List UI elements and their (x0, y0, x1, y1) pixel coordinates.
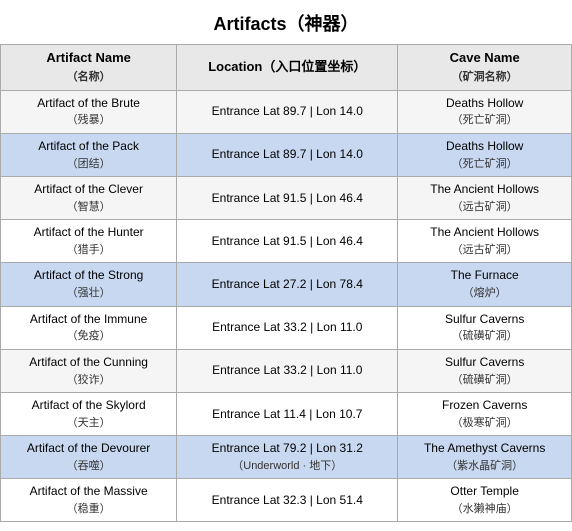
col-header-location: Location（入口位置坐标） (177, 45, 398, 91)
artifact-name-cell: Artifact of the Brute（残暴） (1, 90, 177, 133)
table-row: Artifact of the Cunning（狡诈）Entrance Lat … (1, 349, 572, 392)
location-cell: Entrance Lat 79.2 | Lon 31.2（Underworld … (177, 436, 398, 479)
page-title: Artifacts（神器） (0, 0, 572, 44)
cave-name-cell: Deaths Hollow（死亡矿洞） (398, 133, 572, 176)
artifact-name-cell: Artifact of the Immune（免疫） (1, 306, 177, 349)
cave-name-cell: The Ancient Hollows（远古矿洞） (398, 220, 572, 263)
location-cell: Entrance Lat 89.7 | Lon 14.0 (177, 90, 398, 133)
location-cell: Entrance Lat 32.3 | Lon 51.4 (177, 479, 398, 522)
table-row: Artifact of the Pack（团结）Entrance Lat 89.… (1, 133, 572, 176)
location-cell: Entrance Lat 91.5 | Lon 46.4 (177, 220, 398, 263)
cave-name-cell: Deaths Hollow（死亡矿洞） (398, 90, 572, 133)
cave-name-cell: The Furnace（熔炉） (398, 263, 572, 306)
table-row: Artifact of the Brute（残暴）Entrance Lat 89… (1, 90, 572, 133)
cave-name-cell: Sulfur Caverns（硫磺矿洞） (398, 349, 572, 392)
artifact-name-cell: Artifact of the Skylord（天主） (1, 392, 177, 435)
table-header-row: Artifact Name （名称） Location（入口位置坐标） Cave… (1, 45, 572, 91)
artifact-name-cell: Artifact of the Pack（团结） (1, 133, 177, 176)
cave-name-cell: Sulfur Caverns（硫磺矿洞） (398, 306, 572, 349)
location-cell: Entrance Lat 89.7 | Lon 14.0 (177, 133, 398, 176)
artifact-name-cell: Artifact of the Strong（强壮） (1, 263, 177, 306)
artifact-name-cell: Artifact of the Massive（稳重） (1, 479, 177, 522)
location-cell: Entrance Lat 11.4 | Lon 10.7 (177, 392, 398, 435)
col-header-artifact: Artifact Name （名称） (1, 45, 177, 91)
location-cell: Entrance Lat 91.5 | Lon 46.4 (177, 176, 398, 219)
artifact-name-cell: Artifact of the Clever（智慧） (1, 176, 177, 219)
table-row: Artifact of the Hunter（猎手）Entrance Lat 9… (1, 220, 572, 263)
artifact-name-cell: Artifact of the Hunter（猎手） (1, 220, 177, 263)
location-cell: Entrance Lat 33.2 | Lon 11.0 (177, 349, 398, 392)
cave-name-cell: Frozen Caverns（极寒矿洞） (398, 392, 572, 435)
artifacts-table: Artifact Name （名称） Location（入口位置坐标） Cave… (0, 44, 572, 522)
table-row: Artifact of the Devourer（吞噬）Entrance Lat… (1, 436, 572, 479)
table-row: Artifact of the Skylord（天主）Entrance Lat … (1, 392, 572, 435)
table-row: Artifact of the Immune（免疫）Entrance Lat 3… (1, 306, 572, 349)
location-cell: Entrance Lat 33.2 | Lon 11.0 (177, 306, 398, 349)
table-row: Artifact of the Clever（智慧）Entrance Lat 9… (1, 176, 572, 219)
location-cell: Entrance Lat 27.2 | Lon 78.4 (177, 263, 398, 306)
table-row: Artifact of the Massive（稳重）Entrance Lat … (1, 479, 572, 522)
cave-name-cell: Otter Temple（水獭神庙） (398, 479, 572, 522)
table-row: Artifact of the Strong（强壮）Entrance Lat 2… (1, 263, 572, 306)
cave-name-cell: The Amethyst Caverns（紫水晶矿洞） (398, 436, 572, 479)
artifact-name-cell: Artifact of the Cunning（狡诈） (1, 349, 177, 392)
col-header-cave: Cave Name （矿洞名称） (398, 45, 572, 91)
cave-name-cell: The Ancient Hollows（远古矿洞） (398, 176, 572, 219)
artifact-name-cell: Artifact of the Devourer（吞噬） (1, 436, 177, 479)
